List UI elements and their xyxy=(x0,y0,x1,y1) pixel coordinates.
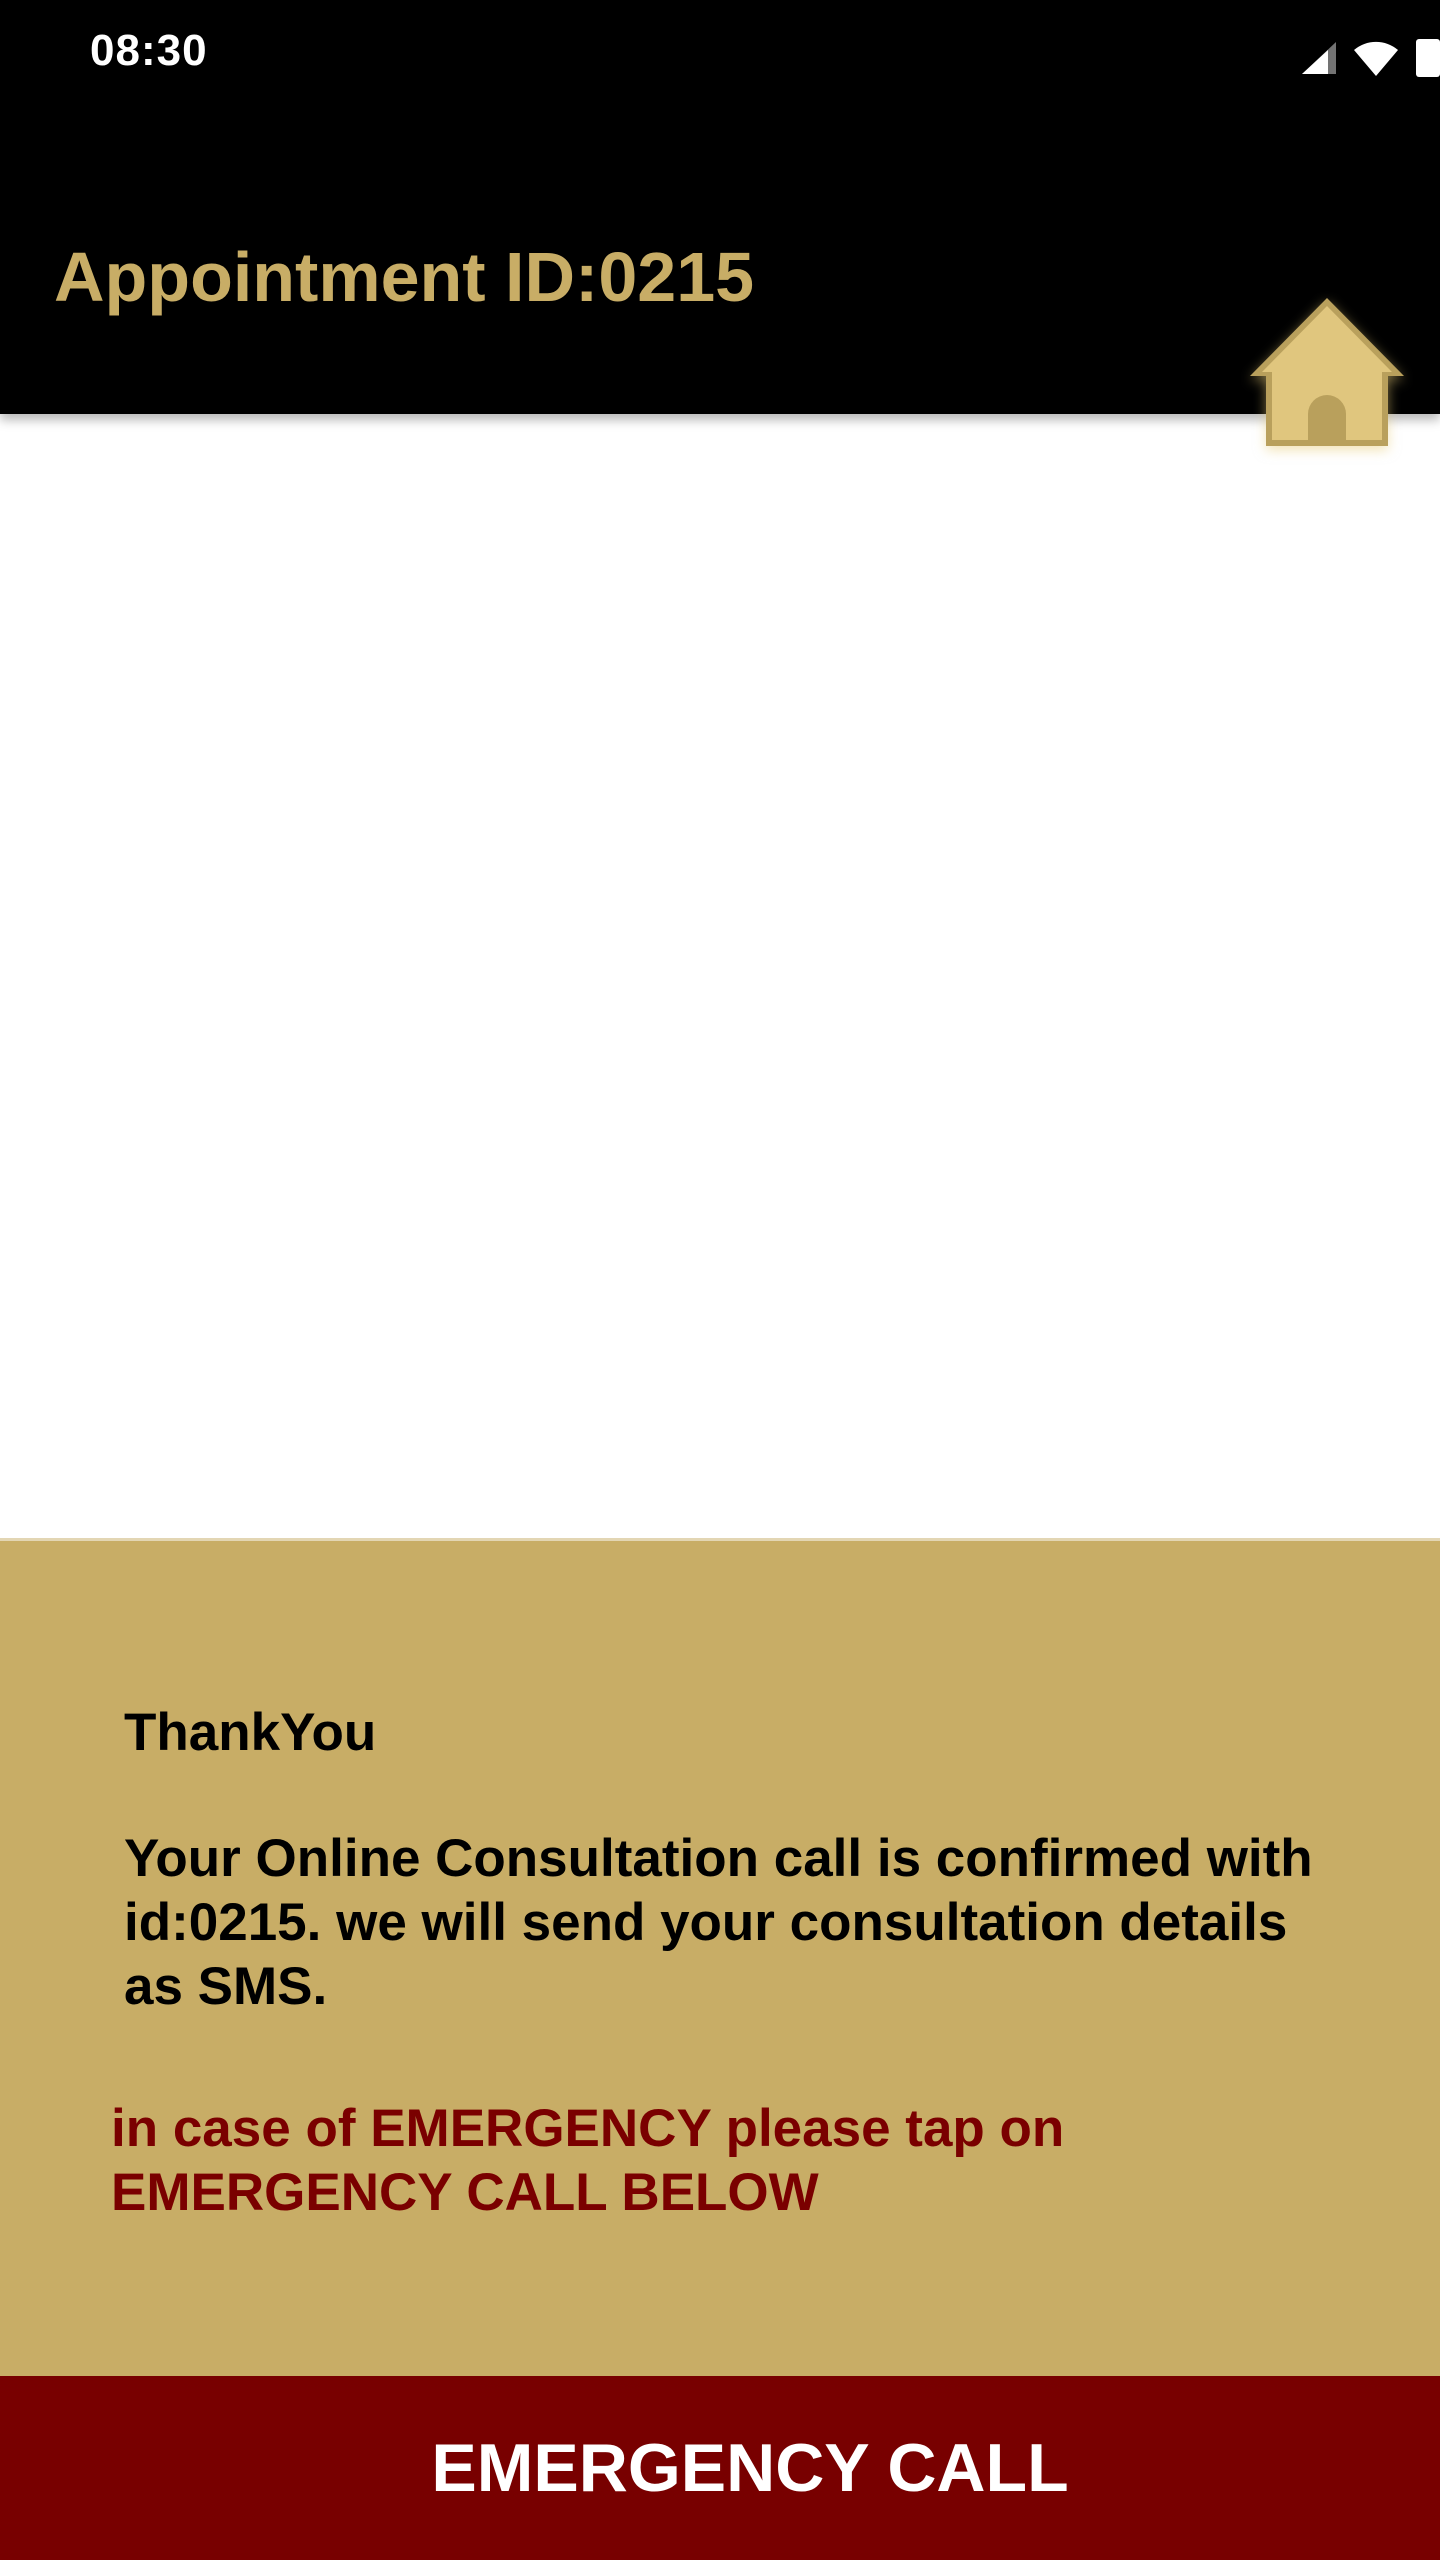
status-bar: 08:30 xyxy=(0,0,1440,112)
content-area xyxy=(0,414,1440,1538)
screen: 08:30 Appointment ID:0215 ThankYou Your … xyxy=(0,0,1440,2560)
home-button[interactable] xyxy=(1242,290,1412,460)
confirmation-panel: ThankYou Your Online Consultation call i… xyxy=(0,1538,1440,2376)
status-icons xyxy=(1298,36,1440,80)
app-bar: Appointment ID:0215 xyxy=(0,112,1440,446)
confirmation-message: Your Online Consultation call is confirm… xyxy=(124,1829,1313,2016)
home-icon xyxy=(1250,298,1404,446)
emergency-call-button[interactable]: EMERGENCY CALL xyxy=(0,2376,1440,2560)
thank-you-heading: ThankYou xyxy=(124,1703,377,1762)
emergency-note: in case of EMERGENCY please tap on EMERG… xyxy=(111,2099,1065,2222)
wifi-icon xyxy=(1352,38,1400,78)
battery-icon xyxy=(1414,39,1440,77)
cellular-signal-icon xyxy=(1298,40,1338,76)
status-time: 08:30 xyxy=(90,26,208,75)
emergency-call-label: EMERGENCY CALL xyxy=(431,2430,1069,2506)
page-title: Appointment ID:0215 xyxy=(54,238,755,316)
